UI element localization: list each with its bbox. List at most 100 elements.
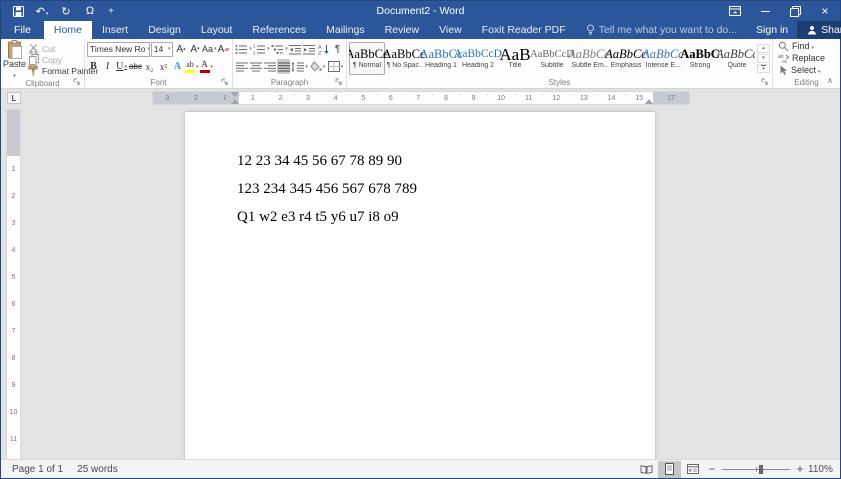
decrease-indent-icon xyxy=(289,44,302,55)
ribbon-tab[interactable]: Design xyxy=(138,21,191,39)
font-size-combobox[interactable]: 14 xyxy=(151,42,174,57)
sign-in-button[interactable]: Sign in xyxy=(747,21,797,39)
highlight-color-button[interactable]: ab xyxy=(185,59,199,74)
strikethrough-button[interactable]: abc xyxy=(129,59,142,74)
style-gallery-item[interactable]: AaBbCc ¶ Normal xyxy=(349,42,385,75)
ribbon-tab[interactable]: View xyxy=(429,21,472,39)
style-gallery-item[interactable]: AaBbCc ¶ No Spac... xyxy=(386,42,422,75)
ribbon-tab[interactable]: References xyxy=(242,21,316,39)
paste-label: Paste xyxy=(3,59,26,69)
tell-me-box[interactable]: Tell me what you want to do... xyxy=(576,21,747,39)
save-button[interactable] xyxy=(6,1,30,21)
show-hide-paragraph-button[interactable]: ¶ xyxy=(331,42,344,57)
styles-dialog-launcher-icon[interactable] xyxy=(761,78,769,86)
share-button[interactable]: Share xyxy=(797,21,841,39)
bullets-button[interactable] xyxy=(235,42,252,57)
superscript-button[interactable]: x² xyxy=(157,59,170,74)
paragraph-dialog-launcher-icon[interactable] xyxy=(335,78,343,86)
ribbon-display-options-button[interactable] xyxy=(720,1,750,21)
style-gallery-item[interactable]: AaBbCc Intense E... xyxy=(645,42,681,75)
change-case-button[interactable]: Aa xyxy=(202,42,216,57)
subscript-button[interactable]: x₂ xyxy=(143,59,156,74)
restore-button[interactable] xyxy=(780,1,810,21)
clear-formatting-button[interactable]: A xyxy=(217,42,230,57)
tab-stop-selector[interactable]: L xyxy=(7,92,21,104)
text-effects-button[interactable]: A xyxy=(171,59,184,74)
ruler-number: 5 xyxy=(7,264,20,291)
decrease-indent-button[interactable] xyxy=(289,42,302,57)
zoom-slider-thumb[interactable] xyxy=(759,465,763,474)
align-left-button[interactable] xyxy=(235,59,248,74)
ruler-text-area: 123456789101112131415 xyxy=(239,92,653,104)
ribbon-tab[interactable]: Home xyxy=(44,21,92,39)
find-button[interactable]: Find xyxy=(778,40,838,52)
style-gallery-item[interactable]: AaB Title xyxy=(497,42,533,75)
font-name-combobox[interactable]: Times New Ro xyxy=(87,42,150,57)
page-count-indicator[interactable]: Page 1 of 1 xyxy=(5,464,70,475)
style-gallery-item[interactable]: AaBbC Strong xyxy=(682,42,718,75)
ribbon-tab[interactable]: Review xyxy=(375,21,429,39)
font-dialog-launcher-icon[interactable] xyxy=(221,78,229,86)
ribbon-tab[interactable]: Insert xyxy=(92,21,138,39)
font-color-button[interactable]: A xyxy=(200,59,214,74)
zoom-slider[interactable] xyxy=(722,464,790,475)
grow-font-button[interactable]: A xyxy=(174,42,187,57)
clipboard-dialog-launcher-icon[interactable] xyxy=(73,78,81,86)
vertical-ruler-top-margin xyxy=(7,110,20,156)
zoom-out-button[interactable]: − xyxy=(704,462,720,476)
close-button[interactable]: × xyxy=(810,1,840,21)
collapse-ribbon-button[interactable]: ∧ xyxy=(827,76,833,85)
minimize-button[interactable] xyxy=(750,1,780,21)
sort-button[interactable]: AZ xyxy=(317,42,330,57)
find-label: Find xyxy=(792,41,814,51)
justify-button[interactable] xyxy=(277,59,290,74)
customize-qat-button[interactable]: + xyxy=(102,1,120,21)
document-page[interactable]: 12 23 34 45 56 67 78 89 90123 234 345 45… xyxy=(185,112,655,459)
ribbon-tab[interactable]: Layout xyxy=(191,21,243,39)
style-gallery-item[interactable]: AaBbCc Emphasis xyxy=(608,42,644,75)
copy-label: Copy xyxy=(42,55,62,65)
copy-icon xyxy=(29,54,39,65)
print-layout-button[interactable] xyxy=(658,461,681,478)
styles-scroll-up-button[interactable]: ▴ xyxy=(757,44,770,53)
select-button[interactable]: Select xyxy=(778,64,838,76)
style-gallery-item[interactable]: AaBbCcD Heading 2 xyxy=(460,42,496,75)
align-center-button[interactable] xyxy=(249,59,262,74)
tab-file[interactable]: File xyxy=(1,21,44,39)
borders-button[interactable] xyxy=(327,59,344,74)
replace-button[interactable]: abac Replace xyxy=(778,52,838,64)
insert-symbol-button[interactable]: Ω xyxy=(78,1,102,21)
italic-button[interactable]: I xyxy=(101,59,114,74)
increase-indent-button[interactable] xyxy=(303,42,316,57)
right-indent-marker[interactable] xyxy=(645,99,653,104)
multilevel-list-button[interactable] xyxy=(271,42,288,57)
zoom-level-indicator[interactable]: 110% xyxy=(808,464,836,475)
style-gallery-item[interactable]: AaBbCc Subtle Em... xyxy=(571,42,607,75)
paste-button[interactable]: Paste xyxy=(3,40,26,79)
style-gallery-item[interactable]: AaBbCcD Subtitle xyxy=(534,42,570,75)
shrink-font-button[interactable]: A xyxy=(188,42,201,57)
underline-button[interactable]: U xyxy=(115,59,128,74)
align-right-button[interactable] xyxy=(263,59,276,74)
styles-gallery-expand-button[interactable]: ▾ xyxy=(757,64,770,73)
numbering-button[interactable]: 12 xyxy=(253,42,270,57)
ribbon-tab[interactable]: Foxit Reader PDF xyxy=(472,21,576,39)
ribbon-tab[interactable]: Mailings xyxy=(316,21,375,39)
font-group-label: Font xyxy=(150,78,166,87)
style-gallery-item[interactable]: AaBbCc Quote xyxy=(719,42,755,75)
cut-icon xyxy=(29,44,39,54)
word-count-indicator[interactable]: 25 words xyxy=(70,464,125,475)
hanging-indent-marker[interactable] xyxy=(231,99,239,104)
svg-text:1: 1 xyxy=(253,44,256,49)
shading-button[interactable] xyxy=(309,59,326,74)
web-layout-button[interactable] xyxy=(681,461,704,478)
first-line-indent-marker[interactable] xyxy=(231,92,239,97)
styles-scroll-down-button[interactable]: ▾ xyxy=(757,54,770,63)
line-spacing-button[interactable] xyxy=(291,59,308,74)
read-mode-button[interactable] xyxy=(635,461,658,478)
redo-button[interactable]: ↻ xyxy=(54,1,78,21)
zoom-in-button[interactable]: + xyxy=(792,462,808,476)
bold-button[interactable]: B xyxy=(87,59,100,74)
ruler-number: 2 xyxy=(182,92,211,104)
undo-button[interactable]: ↶ xyxy=(30,1,54,21)
